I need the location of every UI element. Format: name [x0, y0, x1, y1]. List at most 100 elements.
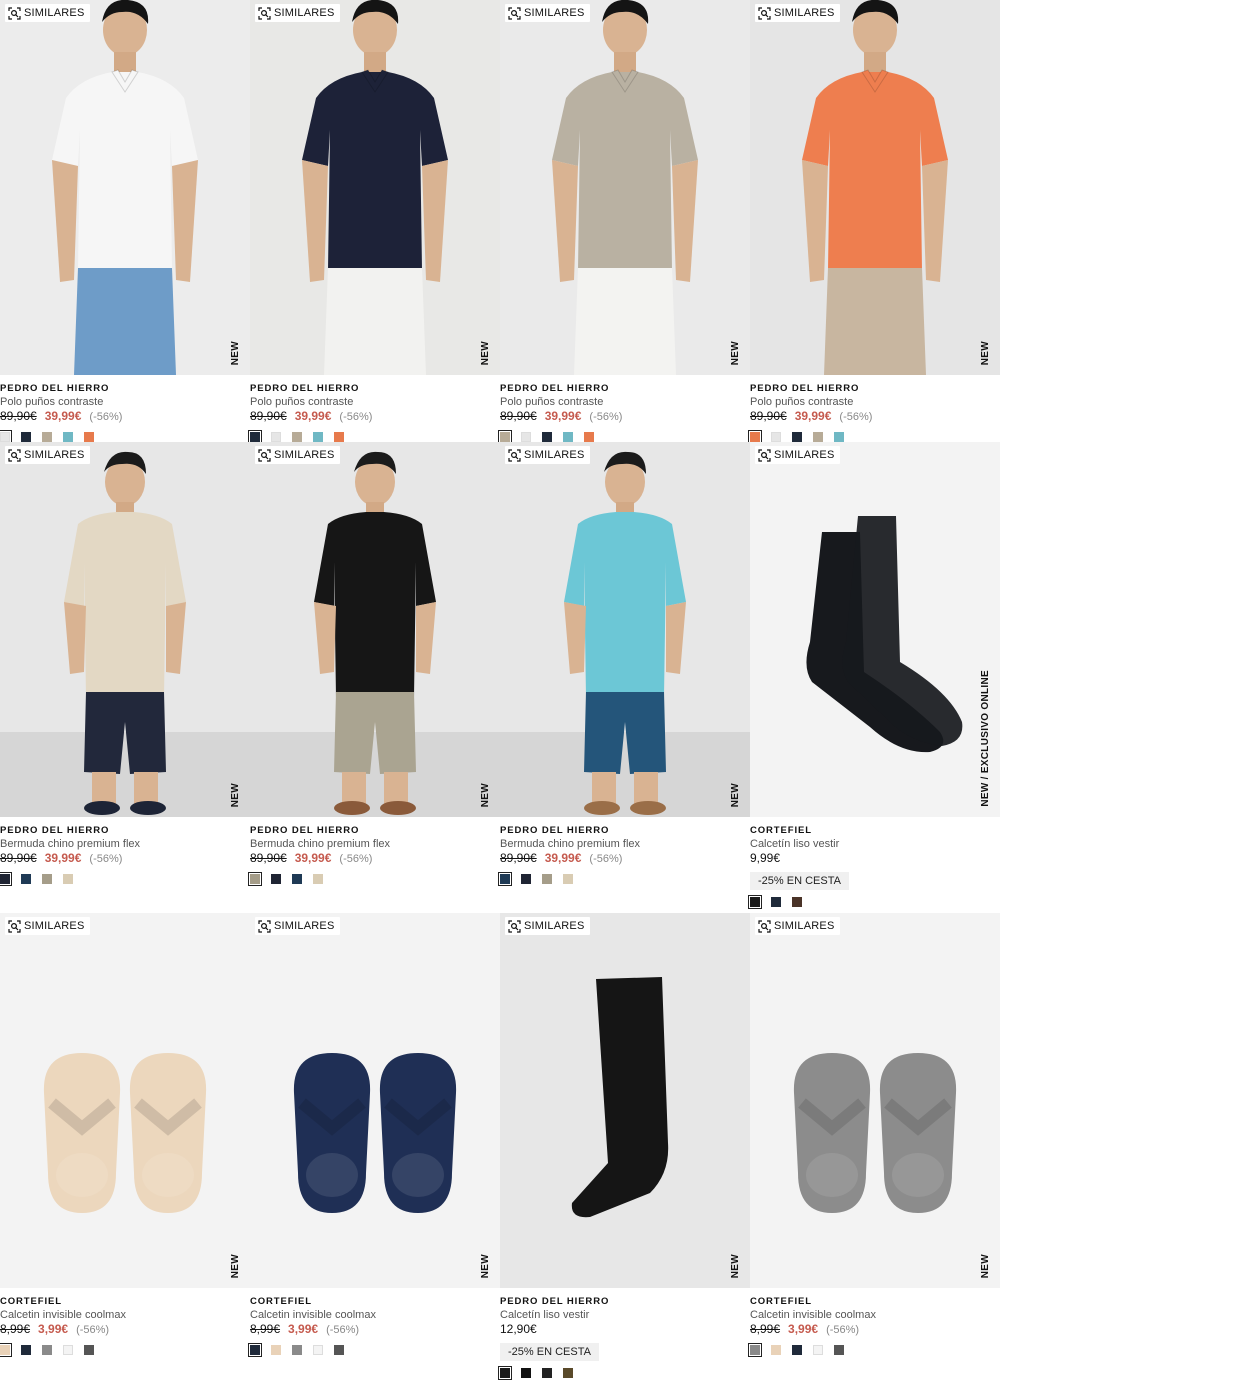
- color-swatch[interactable]: [271, 874, 281, 884]
- product-image[interactable]: SIMILARES NEW: [500, 442, 750, 817]
- product-name[interactable]: Bermuda chino premium flex: [500, 837, 750, 851]
- color-swatch[interactable]: [292, 432, 302, 442]
- color-swatch[interactable]: [63, 874, 73, 884]
- color-swatch[interactable]: [271, 432, 281, 442]
- product-image[interactable]: SIMILARES NEW: [500, 0, 750, 375]
- product-image[interactable]: SIMILARES NEW: [0, 442, 250, 817]
- color-swatch[interactable]: [792, 897, 802, 907]
- color-swatch[interactable]: [334, 1345, 344, 1355]
- color-swatch[interactable]: [834, 432, 844, 442]
- similar-button[interactable]: SIMILARES: [755, 4, 840, 22]
- product-name[interactable]: Calcetin invisible coolmax: [250, 1308, 500, 1322]
- color-swatch[interactable]: [792, 1345, 802, 1355]
- color-swatch[interactable]: [42, 432, 52, 442]
- product-image[interactable]: SIMILARES NEW: [250, 442, 500, 817]
- color-swatch[interactable]: [313, 874, 323, 884]
- similar-button[interactable]: SIMILARES: [255, 4, 340, 22]
- color-swatch[interactable]: [542, 432, 552, 442]
- color-swatch[interactable]: [292, 1345, 302, 1355]
- color-swatch[interactable]: [42, 874, 52, 884]
- color-swatch[interactable]: [271, 1345, 281, 1355]
- color-swatch[interactable]: [21, 874, 31, 884]
- product-image[interactable]: SIMILARES NEW: [750, 913, 1000, 1288]
- color-swatch[interactable]: [771, 1345, 781, 1355]
- color-swatch[interactable]: [813, 432, 823, 442]
- color-swatch[interactable]: [748, 895, 762, 909]
- discount-percent: (-56%): [589, 411, 623, 423]
- similar-button[interactable]: SIMILARES: [755, 917, 840, 935]
- color-swatch[interactable]: [498, 872, 512, 886]
- color-swatch[interactable]: [563, 874, 573, 884]
- color-swatch[interactable]: [334, 432, 344, 442]
- similar-button[interactable]: SIMILARES: [255, 917, 340, 935]
- color-swatch[interactable]: [748, 1343, 762, 1357]
- color-swatch[interactable]: [748, 430, 762, 444]
- color-swatch[interactable]: [771, 432, 781, 442]
- color-swatch[interactable]: [248, 872, 262, 886]
- similar-button[interactable]: SIMILARES: [5, 4, 90, 22]
- similar-button[interactable]: SIMILARES: [255, 446, 340, 464]
- color-swatch[interactable]: [498, 1366, 512, 1380]
- color-swatch[interactable]: [834, 1345, 844, 1355]
- color-swatch[interactable]: [792, 432, 802, 442]
- color-swatch[interactable]: [0, 430, 12, 444]
- product-image[interactable]: SIMILARES NEW: [500, 913, 750, 1288]
- color-swatches: [0, 1343, 250, 1357]
- color-swatch[interactable]: [563, 432, 573, 442]
- color-swatches: [0, 430, 250, 444]
- product-image[interactable]: SIMILARES NEW: [0, 0, 250, 375]
- color-swatch[interactable]: [84, 432, 94, 442]
- product-name[interactable]: Calcetin invisible coolmax: [0, 1308, 250, 1322]
- color-swatch[interactable]: [63, 432, 73, 442]
- color-swatch[interactable]: [292, 874, 302, 884]
- color-swatch[interactable]: [563, 1368, 573, 1378]
- color-swatch[interactable]: [63, 1345, 73, 1355]
- product-image[interactable]: SIMILARES NEW: [250, 0, 500, 375]
- product-name[interactable]: Polo puños contraste: [750, 395, 1000, 409]
- color-swatch[interactable]: [584, 432, 594, 442]
- product-image[interactable]: SIMILARES NEW / EXCLUSIVO ONLINE: [750, 442, 1000, 817]
- color-swatch[interactable]: [42, 1345, 52, 1355]
- product-name[interactable]: Bermuda chino premium flex: [0, 837, 250, 851]
- product-name[interactable]: Calcetin invisible coolmax: [750, 1308, 1000, 1322]
- original-price: 89,90€: [250, 409, 287, 423]
- similar-button[interactable]: SIMILARES: [755, 446, 840, 464]
- color-swatch[interactable]: [521, 1368, 531, 1378]
- color-swatch[interactable]: [248, 1343, 262, 1357]
- product-name[interactable]: Polo puños contraste: [500, 395, 750, 409]
- color-swatch[interactable]: [0, 1343, 12, 1357]
- color-swatch[interactable]: [521, 874, 531, 884]
- product-image[interactable]: SIMILARES NEW: [750, 0, 1000, 375]
- color-swatch[interactable]: [542, 874, 552, 884]
- color-swatch[interactable]: [498, 430, 512, 444]
- product-name[interactable]: Bermuda chino premium flex: [250, 837, 500, 851]
- similar-button[interactable]: SIMILARES: [505, 4, 590, 22]
- visual-search-icon: [758, 6, 771, 20]
- product-name[interactable]: Polo puños contraste: [250, 395, 500, 409]
- product-brand: PEDRO DEL HIERRO: [500, 383, 610, 394]
- color-swatch[interactable]: [21, 432, 31, 442]
- similar-button[interactable]: SIMILARES: [505, 917, 590, 935]
- color-swatch[interactable]: [21, 1345, 31, 1355]
- similar-button[interactable]: SIMILARES: [5, 446, 90, 464]
- product-name[interactable]: Calcetín liso vestir: [500, 1308, 750, 1322]
- product-image[interactable]: SIMILARES NEW: [0, 913, 250, 1288]
- color-swatch[interactable]: [0, 872, 12, 886]
- similar-button[interactable]: SIMILARES: [505, 446, 590, 464]
- color-swatch[interactable]: [313, 1345, 323, 1355]
- visual-search-icon: [258, 448, 271, 462]
- color-swatch[interactable]: [521, 432, 531, 442]
- color-swatch[interactable]: [248, 430, 262, 444]
- color-swatch[interactable]: [542, 1368, 552, 1378]
- product-name[interactable]: Calcetín liso vestir: [750, 837, 1000, 851]
- product-name[interactable]: Polo puños contraste: [0, 395, 250, 409]
- color-swatches: [248, 872, 500, 886]
- color-swatch[interactable]: [84, 1345, 94, 1355]
- color-swatch[interactable]: [313, 432, 323, 442]
- color-swatch[interactable]: [813, 1345, 823, 1355]
- sale-price: 39,99€: [44, 851, 82, 865]
- color-swatch[interactable]: [771, 897, 781, 907]
- sale-price: 39,99€: [294, 409, 332, 423]
- similar-button[interactable]: SIMILARES: [5, 917, 90, 935]
- product-image[interactable]: SIMILARES NEW: [250, 913, 500, 1288]
